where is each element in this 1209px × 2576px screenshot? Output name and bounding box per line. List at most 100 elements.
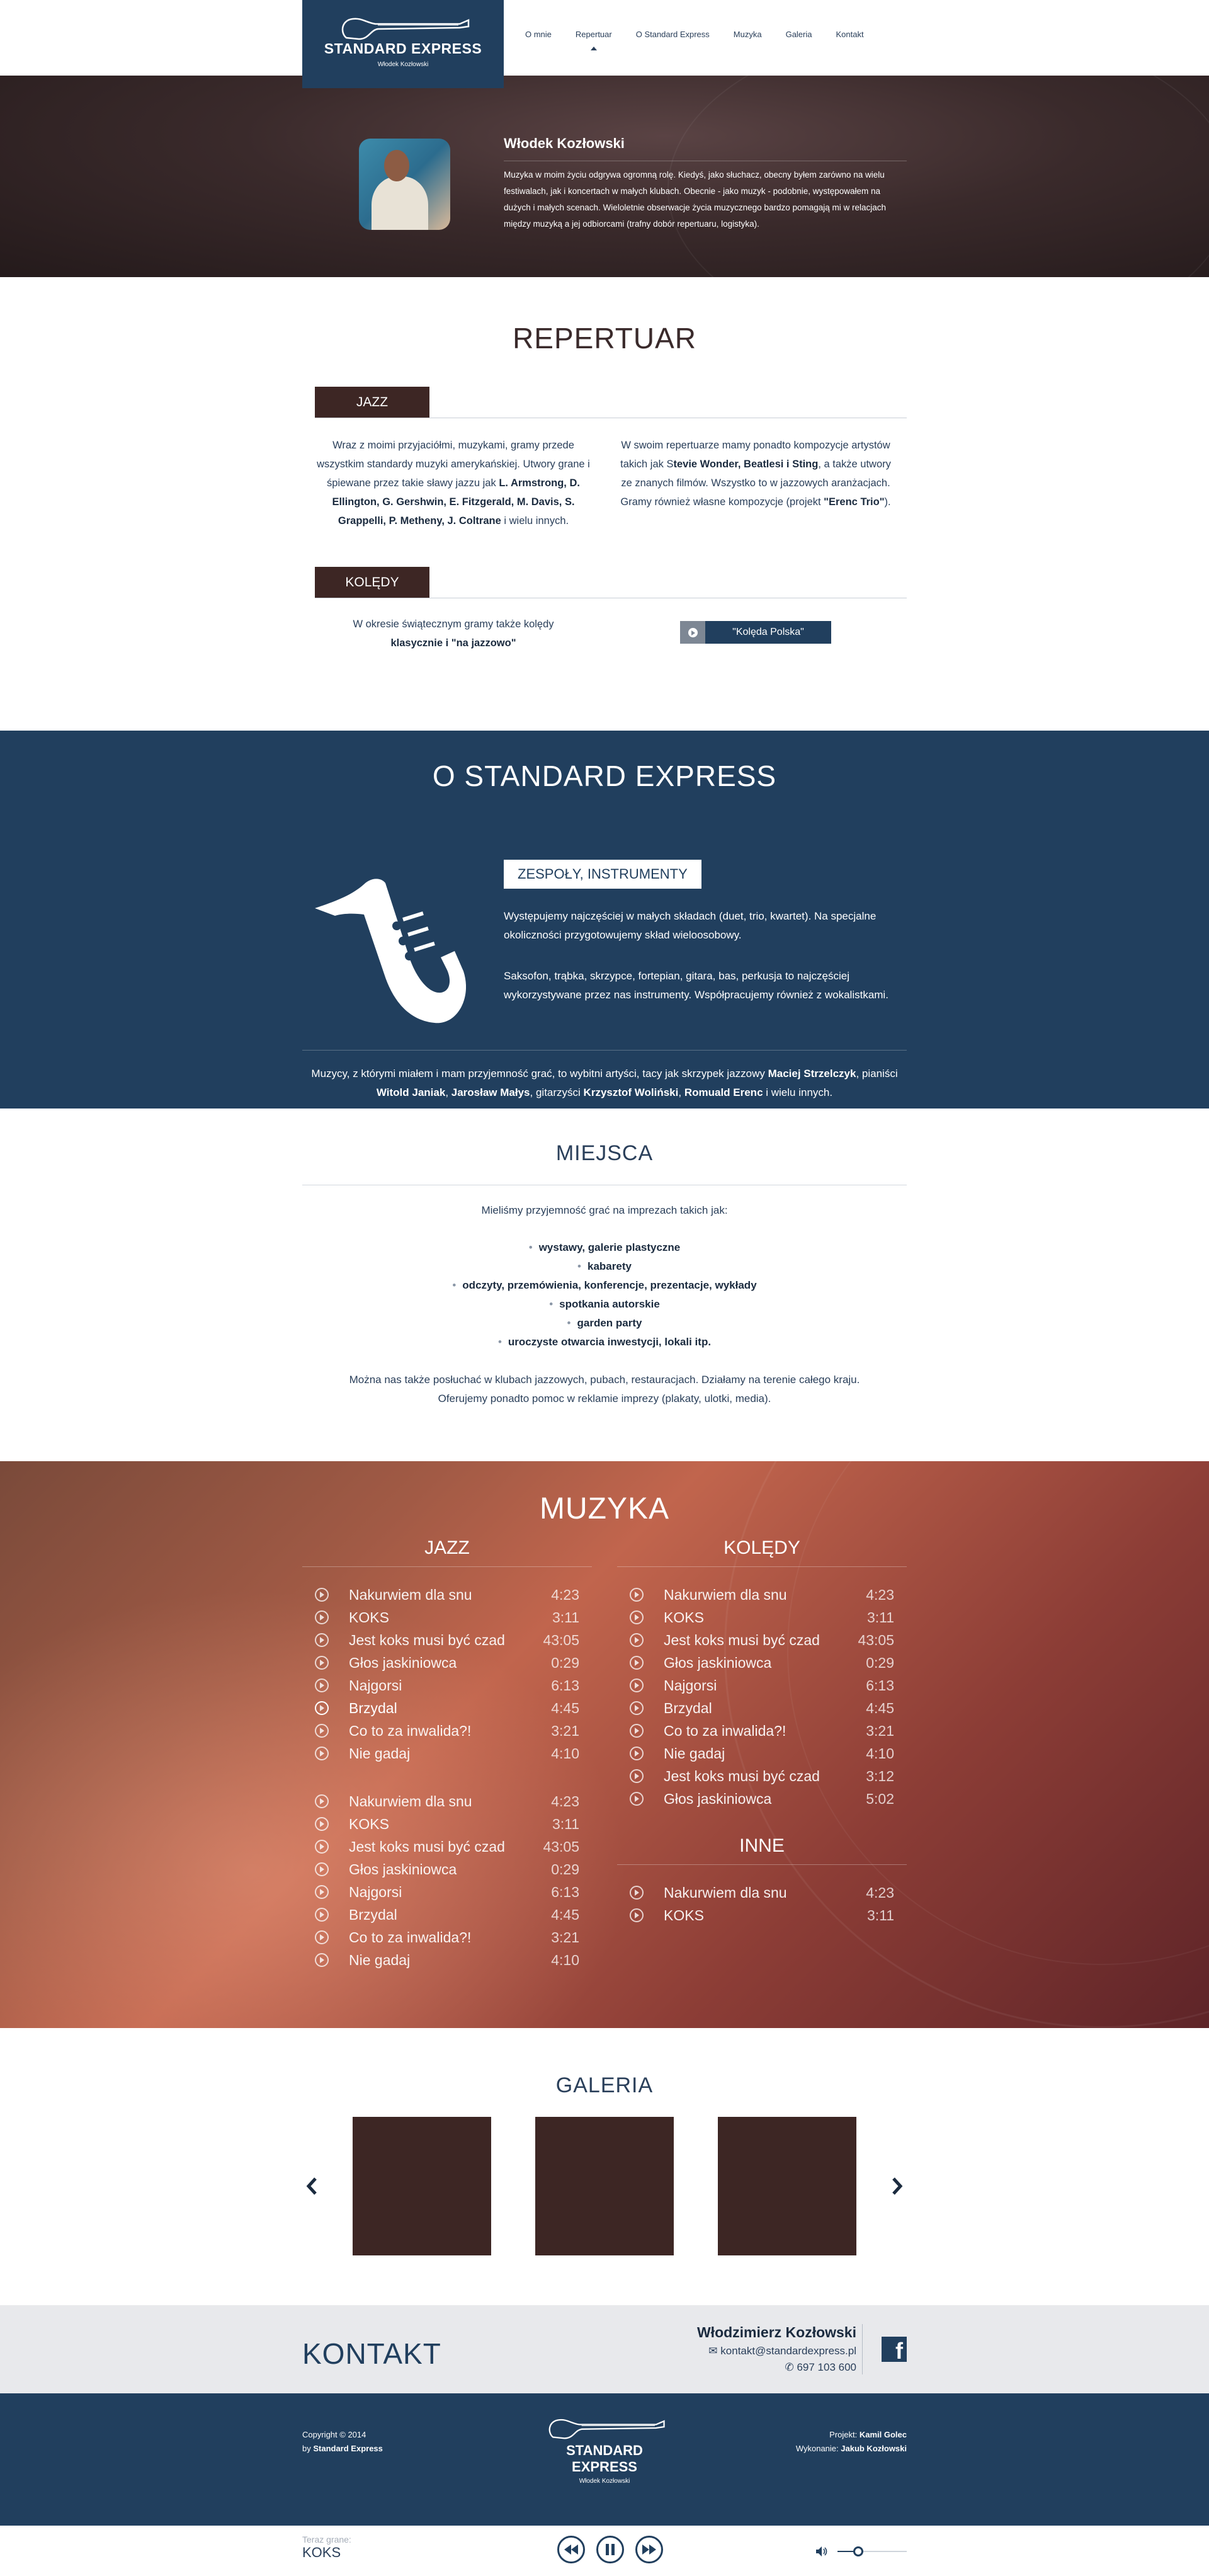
track-row[interactable]: Jest koks musi być czad 43:05 [302, 1629, 592, 1651]
play-circle-icon[interactable] [630, 1908, 644, 1922]
play-circle-icon[interactable] [315, 1930, 329, 1944]
play-circle-icon[interactable] [630, 1588, 644, 1602]
track-duration: 4:45 [551, 1699, 579, 1716]
previous-button[interactable] [557, 2536, 585, 2563]
track-name: Co to za inwalida?! [349, 1722, 472, 1739]
play-circle-icon[interactable] [315, 1953, 329, 1967]
play-circle-icon[interactable] [630, 1678, 644, 1692]
playlist-inne: INNE Nakurwiem dla snu 4:23 KOKS 3:11 [617, 1835, 907, 1927]
track-row[interactable]: Głos jaskiniowca 0:29 [617, 1651, 907, 1674]
track-row[interactable]: Głos jaskiniowca 0:29 [302, 1651, 592, 1674]
koleda-polska-button[interactable]: "Kolęda Polska" [680, 621, 831, 644]
pause-button[interactable] [596, 2536, 624, 2563]
track-row[interactable]: Nie gadaj 4:10 [302, 1949, 592, 1971]
track-row[interactable]: Nakurwiem dla snu 4:23 [302, 1790, 592, 1813]
gallery-photo[interactable] [535, 2117, 674, 2255]
play-circle-icon[interactable] [315, 1794, 329, 1808]
track-row[interactable]: Głos jaskiniowca 5:02 [617, 1787, 907, 1810]
track-name: Brzydal [349, 1906, 397, 1923]
track-row[interactable]: Brzydal 4:45 [302, 1697, 592, 1719]
track-row[interactable]: Nie gadaj 4:10 [302, 1742, 592, 1765]
play-circle-icon[interactable] [315, 1610, 329, 1624]
play-circle-icon[interactable] [315, 1633, 329, 1647]
play-circle-icon[interactable] [630, 1701, 644, 1715]
play-circle-icon[interactable] [630, 1886, 644, 1900]
contact-email[interactable]: kontakt@standardexpress.pl [720, 2345, 856, 2357]
track-duration: 4:23 [551, 1586, 579, 1603]
track-row[interactable]: Najgorsi 6:13 [302, 1674, 592, 1697]
contact-name: Włodzimierz Kozłowski [696, 2324, 856, 2340]
category-tab: JAZZ [315, 387, 429, 418]
track-row[interactable]: Nie gadaj 4:10 [617, 1742, 907, 1765]
play-circle-icon[interactable] [315, 1817, 329, 1831]
track-row[interactable]: Najgorsi 6:13 [617, 1674, 907, 1697]
nav-o-mnie[interactable]: O mnie [525, 30, 552, 39]
play-circle-icon[interactable] [315, 1656, 329, 1670]
track-row[interactable]: Najgorsi 6:13 [302, 1881, 592, 1903]
track-duration: 6:13 [551, 1883, 579, 1900]
play-circle-icon[interactable] [315, 1908, 329, 1922]
play-circle-icon[interactable] [630, 1747, 644, 1760]
track-row[interactable]: Nakurwiem dla snu 4:23 [617, 1583, 907, 1606]
play-circle-icon[interactable] [315, 1747, 329, 1760]
logo[interactable]: STANDARD EXPRESS Włodek Kozłowski [302, 0, 504, 88]
track-row[interactable]: KOKS 3:11 [302, 1606, 592, 1629]
play-circle-icon[interactable] [630, 1724, 644, 1738]
track-row[interactable]: KOKS 3:11 [617, 1606, 907, 1629]
nav-muzyka[interactable]: Muzyka [734, 30, 762, 39]
track-duration: 3:21 [551, 1929, 579, 1946]
volume-knob[interactable] [853, 2546, 863, 2556]
play-circle-icon[interactable] [315, 1885, 329, 1899]
play-circle-icon[interactable] [630, 1633, 644, 1647]
track-row[interactable]: KOKS 3:11 [302, 1813, 592, 1835]
track-row[interactable]: Jest koks musi być czad 43:05 [302, 1835, 592, 1858]
chevron-left-icon[interactable] [302, 2174, 321, 2199]
galeria-section: GALERIA [0, 2028, 1209, 2305]
play-circle-icon[interactable] [630, 1792, 644, 1806]
next-button[interactable] [635, 2536, 663, 2563]
track-name: Najgorsi [349, 1883, 402, 1900]
ose-text-2: Saksofon, trąbka, skrzypce, fortepian, g… [504, 970, 888, 1001]
play-circle-icon[interactable] [315, 1678, 329, 1692]
nav-repertuar[interactable]: Repertuar [576, 30, 612, 50]
play-circle-icon[interactable] [315, 1840, 329, 1854]
track-row[interactable]: Brzydal 4:45 [617, 1697, 907, 1719]
track-row[interactable]: Co to za inwalida?! 3:21 [302, 1719, 592, 1742]
track-name: Nakurwiem dla snu [664, 1884, 787, 1901]
track-row[interactable]: Jest koks musi być czad 43:05 [617, 1629, 907, 1651]
ose-text-3: Muzycy, z którymi miałem i mam przyjemno… [311, 1068, 898, 1098]
nav-o-standard-express[interactable]: O Standard Express [636, 30, 710, 39]
track-row[interactable]: Nakurwiem dla snu 4:23 [302, 1583, 592, 1606]
ose-text-1: Występujemy najczęściej w małych składac… [504, 910, 877, 941]
nav-kontakt[interactable]: Kontakt [836, 30, 864, 39]
play-circle-icon[interactable] [630, 1769, 644, 1783]
list-item: spotkania autorskie [302, 1295, 907, 1314]
gallery-photo[interactable] [718, 2117, 856, 2255]
track-duration: 3:11 [552, 1815, 579, 1832]
track-duration: 43:05 [543, 1631, 579, 1648]
track-row[interactable]: KOKS 3:11 [617, 1904, 907, 1927]
play-circle-icon[interactable] [315, 1724, 329, 1738]
chevron-right-icon[interactable] [888, 2174, 907, 2199]
track-row[interactable]: Co to za inwalida?! 3:21 [302, 1926, 592, 1949]
footer-logo[interactable]: STANDARD EXPRESS Włodek Kozłowski [535, 2415, 674, 2485]
copyright: Copyright © 2014 by Standard Express [302, 2430, 383, 2453]
play-circle-icon[interactable] [315, 1862, 329, 1876]
facebook-icon[interactable]: f [882, 2337, 907, 2362]
track-row[interactable]: Głos jaskiniowca 0:29 [302, 1858, 592, 1881]
play-circle-icon[interactable] [630, 1656, 644, 1670]
play-circle-icon[interactable] [630, 1610, 644, 1624]
track-row[interactable]: Jest koks musi być czad 3:12 [617, 1765, 907, 1787]
repertuar-section: REPERTUAR JAZZ Wraz z moimi przyjaciółmi… [0, 277, 1209, 731]
play-circle-icon[interactable] [315, 1588, 329, 1602]
track-row[interactable]: Co to za inwalida?! 3:21 [617, 1719, 907, 1742]
category-koledy: KOLĘDY [302, 567, 907, 598]
gallery-photo[interactable] [353, 2117, 491, 2255]
play-circle-icon[interactable] [315, 1701, 329, 1715]
playlist-koledy: KOLĘDY Nakurwiem dla snu 4:23 KOKS 3:11 Jest… [617, 1537, 907, 1971]
track-row[interactable]: Nakurwiem dla snu 4:23 [617, 1881, 907, 1904]
track-row[interactable]: Brzydal 4:45 [302, 1903, 592, 1926]
nav-galeria[interactable]: Galeria [786, 30, 812, 39]
track-name: KOKS [349, 1815, 389, 1832]
volume-slider[interactable] [837, 2546, 907, 2556]
